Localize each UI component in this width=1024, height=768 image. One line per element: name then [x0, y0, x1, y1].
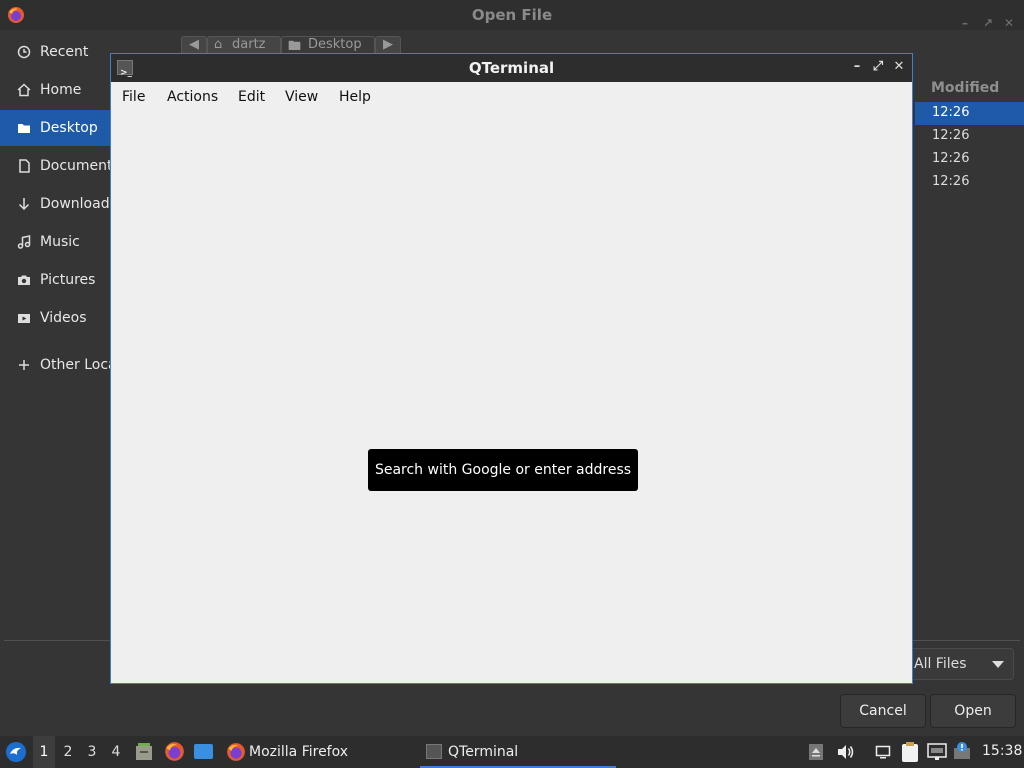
sidebar-item-music[interactable]: Music [0, 224, 110, 260]
minimize-icon[interactable]: – [962, 8, 968, 38]
terminal-icon [426, 744, 442, 759]
sidebar-item-label: Videos [40, 310, 87, 326]
file-row[interactable]: 12:26 [915, 148, 1024, 171]
sidebar-item-downloads[interactable]: Downloads [0, 186, 110, 222]
file-row[interactable]: 12:26 [915, 171, 1024, 194]
task-firefox[interactable]: Mozilla Firefox [224, 738, 410, 766]
minimize-icon[interactable]: – [848, 58, 866, 76]
sidebar-item-label: Other Locations [40, 357, 110, 373]
file-type-filter[interactable]: All Files [905, 648, 1014, 680]
sidebar-item-label: Downloads [40, 196, 110, 212]
terminal-menubar: File Actions Edit View Help [111, 82, 912, 112]
start-menu-icon[interactable] [5, 741, 27, 763]
modified-column-header[interactable]: Modified [931, 80, 999, 96]
sidebar-item-other-locations[interactable]: Other Locations [0, 347, 110, 383]
menu-file[interactable]: File [122, 89, 145, 105]
task-label: QTerminal [448, 744, 519, 760]
file-manager-icon[interactable] [134, 742, 154, 762]
workspace-2[interactable]: 2 [57, 736, 79, 768]
document-icon [19, 159, 30, 173]
chevron-down-icon [992, 661, 1004, 668]
workspace-1[interactable]: 1 [33, 736, 55, 768]
video-icon [18, 314, 30, 323]
places-sidebar: Recent Home Desktop Documents Downloads … [0, 32, 110, 640]
tooltip: Search with Google or enter address [368, 449, 638, 491]
menu-view[interactable]: View [285, 89, 318, 105]
breadcrumb: ◀ ⌂ dartz 🖿 Desktop ▶ [175, 32, 405, 56]
close-icon[interactable]: ✕ [1004, 8, 1014, 38]
sidebar-item-desktop[interactable]: Desktop [0, 110, 110, 146]
plus-icon [19, 360, 29, 370]
workspace-4[interactable]: 4 [105, 736, 127, 768]
home-icon [17, 83, 31, 97]
download-arrow-icon [18, 198, 30, 211]
sidebar-item-home[interactable]: Home [0, 72, 110, 108]
menu-help[interactable]: Help [339, 89, 371, 105]
terminal-titlebar[interactable]: >_ QTerminal – ⤢ ✕ [111, 54, 912, 82]
network-icon[interactable] [927, 743, 947, 761]
sidebar-item-documents[interactable]: Documents [0, 148, 110, 184]
firefox-icon [227, 743, 245, 761]
sidebar-item-label: Documents [40, 158, 110, 174]
update-notifier-icon[interactable] [953, 741, 973, 761]
maximize-icon[interactable]: ↗ [983, 8, 993, 38]
terminal-icon: >_ [117, 60, 133, 78]
clock-icon [17, 45, 31, 59]
sidebar-item-recent[interactable]: Recent [0, 34, 110, 70]
cancel-button[interactable]: Cancel [840, 694, 926, 728]
dialog-title: Open File [471, 6, 553, 24]
close-icon[interactable]: ✕ [890, 58, 908, 76]
maximize-icon[interactable]: ⤢ [869, 58, 887, 76]
clipboard-icon[interactable] [900, 741, 920, 763]
music-note-icon [17, 235, 31, 249]
sidebar-item-label: Desktop [40, 120, 98, 136]
firefox-icon [8, 7, 24, 23]
folder-icon [18, 124, 30, 133]
workspace-3[interactable]: 3 [81, 736, 103, 768]
desktop-icon[interactable] [193, 742, 214, 762]
home-icon: ⌂ [214, 37, 223, 52]
clock[interactable]: 15:38 [982, 743, 1022, 759]
sidebar-item-label: Recent [40, 44, 89, 60]
sidebar-item-label: Home [40, 82, 82, 98]
eject-icon[interactable] [808, 743, 824, 761]
sidebar-item-videos[interactable]: Videos [0, 300, 110, 336]
sidebar-item-pictures[interactable]: Pictures [0, 262, 110, 298]
file-row[interactable]: 12:26 [915, 102, 1024, 125]
open-button[interactable]: Open [930, 694, 1016, 728]
display-icon[interactable] [875, 744, 891, 760]
terminal-title: QTerminal [468, 59, 555, 77]
menu-edit[interactable]: Edit [238, 89, 265, 105]
task-qterminal[interactable]: QTerminal [420, 738, 616, 768]
firefox-icon[interactable] [164, 741, 185, 762]
dialog-titlebar: Open File – ↗ ✕ [0, 0, 1024, 30]
sidebar-item-label: Music [40, 234, 80, 250]
task-label: Mozilla Firefox [249, 744, 349, 760]
taskbar: 1 2 3 4 Mozilla Firefox QTerminal 15:38 [0, 736, 1024, 768]
file-row[interactable]: 12:26 [915, 125, 1024, 148]
volume-icon[interactable] [836, 743, 855, 761]
menu-actions[interactable]: Actions [167, 89, 218, 105]
camera-icon [18, 275, 30, 285]
qterminal-window: >_ QTerminal – ⤢ ✕ File Actions Edit Vie… [110, 53, 913, 684]
sidebar-item-label: Pictures [40, 272, 96, 288]
file-list-header: Modified [915, 76, 1024, 100]
